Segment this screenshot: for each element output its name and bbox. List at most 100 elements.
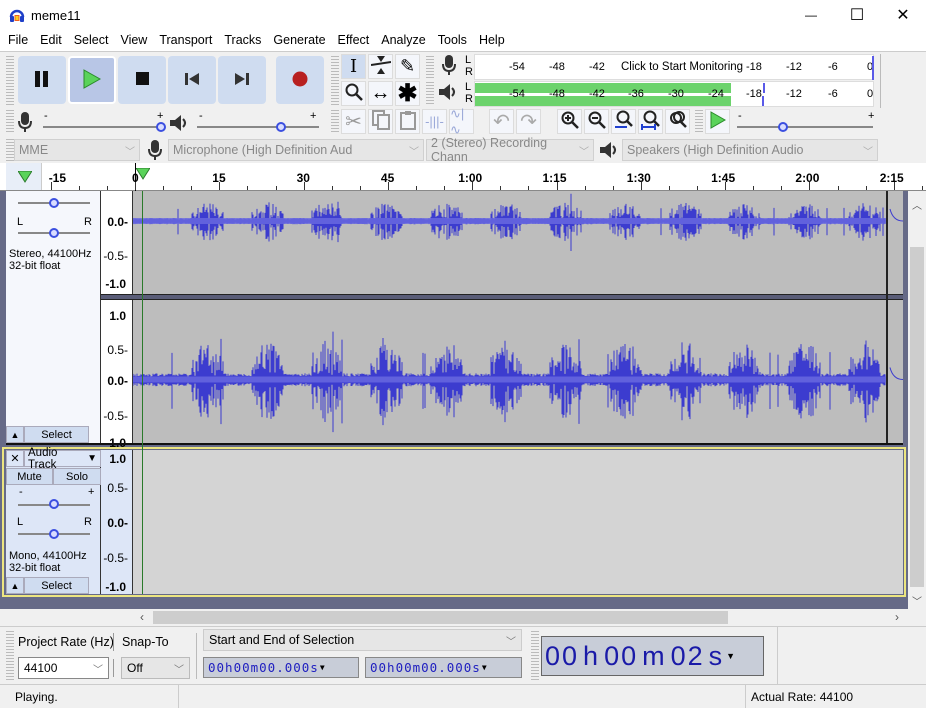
timeline-options-button[interactable] [6,163,42,190]
menu-analyze[interactable]: Analyze [375,30,431,51]
playback-speed-thumb[interactable] [778,122,788,132]
selection-tool-button[interactable]: I [341,54,366,79]
play-at-speed-grip[interactable] [695,110,703,134]
waveform-left-channel[interactable] [133,191,903,294]
zoom-toggle-button[interactable] [665,109,690,134]
horizontal-scrollbar[interactable]: ‹ › [0,609,926,626]
vertical-scrollbar[interactable]: ︿ ﹀ [908,191,926,609]
time-shift-tool-button[interactable]: ↔ [368,81,393,106]
menu-tracks[interactable]: Tracks [218,30,267,51]
recording-volume-slider[interactable] [43,126,163,128]
maximize-button[interactable]: ☐ [834,0,880,30]
track-menu-button[interactable]: Audio Track ▼ [24,447,101,471]
draw-tool-button[interactable]: ✎ [395,54,420,79]
menu-help[interactable]: Help [473,30,511,51]
menu-edit[interactable]: Edit [34,30,68,51]
skip-to-start-button[interactable] [168,56,216,104]
skip-to-end-button[interactable] [218,56,266,104]
track-vertical-scale[interactable]: 1.0 0.5- 0.0- -0.5- -1.0 [101,450,133,594]
close-track-button[interactable]: ✕ [6,450,24,467]
menu-select[interactable]: Select [68,30,115,51]
device-toolbar-grip[interactable] [6,139,14,161]
select-track-button[interactable]: Select [24,426,89,443]
record-meter-grip[interactable] [426,56,434,80]
playback-volume-slider[interactable] [197,126,319,128]
track-gain-thumb[interactable] [49,499,59,509]
ruler-tick [528,186,530,190]
recording-volume-thumb[interactable] [156,122,166,132]
snap-to-select[interactable]: Off ﹀ [121,657,190,679]
playback-device-select[interactable]: Speakers (High Definition Audio ﹀ [622,139,878,161]
mute-button[interactable]: Mute [6,468,53,485]
copy-button[interactable] [368,109,393,134]
record-meter[interactable]: -54 -48 -42 Click to Start Monitoring -1… [474,54,874,80]
timeline-ruler[interactable]: -15 0 15 30 45 1:00 1:15 1:30 1:45 2:00 2:15 [0,163,926,191]
horizontal-scroll-thumb[interactable] [153,611,728,624]
track-pan-thumb[interactable] [49,529,59,539]
scroll-right-icon[interactable]: › [895,610,899,624]
transport-toolbar-grip[interactable] [6,56,14,106]
menu-view[interactable]: View [114,30,153,51]
empty-track-area[interactable] [133,450,903,594]
undo-button[interactable]: ↶ [489,109,514,134]
fit-selection-button[interactable] [611,109,636,134]
edit-toolbar-grip[interactable] [331,110,339,134]
minimize-button[interactable]: — [788,0,834,30]
project-rate-select[interactable]: 44100 ﹀ [18,657,109,679]
time-toolbar-grip[interactable] [531,631,539,681]
waveform-right-channel[interactable] [133,300,903,443]
play-at-speed-button[interactable] [705,109,730,134]
zoom-in-button[interactable] [557,109,582,134]
audio-position-display[interactable]: 00 h 00 m 02 s ▼ [541,636,764,676]
playback-meter[interactable]: -54 -48 -42 -36 -30 -24 -18 -12 -6 0 [474,81,874,107]
menu-generate[interactable]: Generate [267,30,331,51]
playback-meter-button[interactable] [436,81,462,106]
redo-button[interactable]: ↷ [516,109,541,134]
track-gain-thumb[interactable] [49,198,59,208]
menu-transport[interactable]: Transport [153,30,218,51]
recording-device-select[interactable]: Microphone (High Definition Aud ﹀ [168,139,424,161]
record-button[interactable] [276,56,324,104]
audio-host-select[interactable]: MME ﹀ [14,139,140,161]
menu-effect[interactable]: Effect [332,30,376,51]
solo-button[interactable]: Solo [53,468,101,485]
track-pan-thumb[interactable] [49,228,59,238]
tools-toolbar-grip[interactable] [331,56,339,106]
record-meter-button[interactable] [436,54,462,79]
zoom-tool-button[interactable] [341,81,366,106]
paste-button[interactable] [395,109,420,134]
collapse-track-button[interactable]: ▲ [6,577,24,594]
vertical-scroll-thumb[interactable] [910,247,924,587]
multi-tool-button[interactable]: ✱ [395,80,420,107]
envelope-tool-button[interactable] [368,54,393,79]
start-monitoring-prompt[interactable]: Click to Start Monitoring [619,61,746,73]
scroll-left-icon[interactable]: ‹ [140,610,144,624]
select-track-button[interactable]: Select [24,577,89,594]
menu-tools[interactable]: Tools [432,30,473,51]
pause-button[interactable] [18,56,66,104]
close-button[interactable]: ✕ [880,0,926,30]
selection-toolbar-grip[interactable] [6,631,14,681]
trim-button[interactable]: -|||- [422,109,447,134]
play-button[interactable] [68,56,116,104]
silence-button[interactable]: ∿|∿ [449,106,474,137]
track-vertical-scale[interactable]: 1.0 0.5- 0.0- -0.5- -1.0 [101,300,133,450]
track-vertical-scale[interactable]: 0.0- -0.5- -1.0 [101,191,133,295]
menu-file[interactable]: File [2,30,34,51]
playback-meter-grip[interactable] [426,82,434,106]
playback-speed-slider[interactable] [737,126,873,128]
collapse-track-button[interactable]: ▲ [6,426,24,443]
selection-mode-select[interactable]: Start and End of Selection ﹀ [203,629,522,651]
skip-to-end-icon [235,72,249,89]
scroll-up-icon[interactable]: ︿ [912,197,922,212]
mixer-toolbar-grip[interactable] [6,110,14,134]
zoom-out-button[interactable] [584,109,609,134]
scroll-down-icon[interactable]: ﹀ [912,593,922,608]
playback-volume-thumb[interactable] [276,122,286,132]
cut-button[interactable]: ✂ [341,109,366,134]
stop-button[interactable] [118,56,166,104]
selection-end-time[interactable]: 00h00m00.000s ▼ [365,657,522,678]
recording-channels-select[interactable]: 2 (Stereo) Recording Chann ﹀ [426,136,594,164]
selection-start-time[interactable]: 00h00m00.000s ▼ [203,657,359,678]
fit-project-button[interactable] [638,109,663,134]
